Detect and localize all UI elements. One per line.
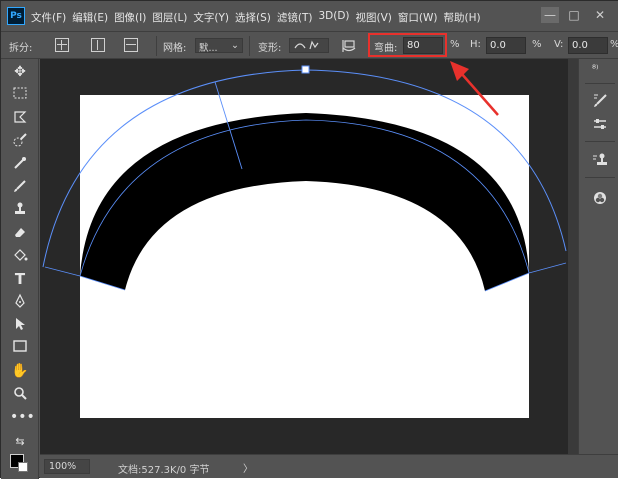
menu-items: 文件(F) 编辑(E) 图像(I) 图层(L) 文字(Y) 选择(S) 滤镜(T… bbox=[31, 10, 487, 25]
zoom-level-field[interactable]: 100% bbox=[44, 459, 90, 474]
background-color-swatch[interactable] bbox=[18, 462, 28, 472]
hand-icon[interactable]: ✋ bbox=[10, 362, 30, 380]
v-percent-unit: % bbox=[610, 39, 618, 50]
rectangle-icon[interactable] bbox=[10, 339, 30, 357]
h-label: H: bbox=[470, 39, 481, 50]
grid-label: 网格: bbox=[163, 43, 187, 54]
path-select-icon[interactable] bbox=[10, 316, 30, 334]
options-bar: 拆分: 网格: 默... ⌄ 变形: 弯曲: 80 % H: 0.0 % V: bbox=[1, 31, 618, 59]
stamp-icon[interactable] bbox=[10, 201, 30, 219]
canvas-workspace[interactable] bbox=[40, 59, 568, 454]
menu-help[interactable]: 帮助(H) bbox=[444, 10, 481, 25]
marquee-icon[interactable] bbox=[10, 86, 30, 104]
zoom-icon[interactable] bbox=[10, 385, 30, 403]
split-vertical-icon[interactable] bbox=[91, 38, 105, 52]
clone-source-icon[interactable] bbox=[591, 152, 609, 170]
move-icon[interactable]: ✥ bbox=[10, 63, 30, 81]
menu-layer[interactable]: 图层(L) bbox=[152, 10, 187, 25]
grid-select[interactable]: 默... ⌄ bbox=[195, 38, 243, 54]
close-button[interactable]: ✕ bbox=[589, 5, 611, 25]
swap-colors-icon[interactable]: ⇆ bbox=[10, 433, 30, 451]
h-percent-unit: % bbox=[532, 39, 542, 50]
bend-percent-unit: % bbox=[450, 39, 460, 50]
lasso-icon[interactable] bbox=[10, 109, 30, 127]
status-info-menu-button[interactable]: 〉 bbox=[243, 460, 253, 475]
layer-comps-icon[interactable] bbox=[591, 190, 609, 208]
menu-window[interactable]: 窗口(W) bbox=[398, 10, 438, 25]
warp-orientation-icon[interactable] bbox=[341, 38, 357, 54]
split-label: 拆分: bbox=[9, 43, 33, 54]
warp-arc-icon bbox=[294, 40, 319, 50]
brush-settings-icon[interactable] bbox=[591, 92, 609, 110]
menu-3d[interactable]: 3D(D) bbox=[318, 10, 349, 25]
menu-bar: Ps 文件(F) 编辑(E) 图像(I) 图层(L) 文字(Y) 选择(S) 滤… bbox=[1, 1, 618, 31]
bend-highlight-box bbox=[368, 33, 447, 57]
adjustments-icon[interactable] bbox=[591, 116, 609, 134]
divider bbox=[249, 36, 250, 56]
menu-filter[interactable]: 滤镜(T) bbox=[277, 10, 313, 25]
menu-image[interactable]: 图像(I) bbox=[114, 10, 146, 25]
ps-logo-icon: Ps bbox=[7, 7, 25, 25]
v-label: V: bbox=[554, 39, 564, 50]
v-input[interactable]: 0.0 bbox=[568, 37, 608, 54]
split-cross-icon[interactable] bbox=[55, 38, 69, 52]
vertical-scrollbar[interactable] bbox=[568, 59, 578, 454]
warp-shape-select[interactable] bbox=[289, 38, 329, 53]
menu-view[interactable]: 视图(V) bbox=[356, 10, 392, 25]
divider bbox=[156, 36, 157, 56]
panel-divider bbox=[585, 177, 615, 178]
menu-type[interactable]: 文字(Y) bbox=[193, 10, 229, 25]
right-panel-dock: ⁸⁾ bbox=[578, 59, 618, 454]
grid-select-value: 默... bbox=[199, 43, 218, 54]
h-input[interactable]: 0.0 bbox=[486, 37, 526, 54]
tools-panel: ✥ T ✋ ••• ⇆ bbox=[1, 59, 39, 479]
pen-icon[interactable] bbox=[10, 293, 30, 311]
menu-file[interactable]: 文件(F) bbox=[31, 10, 66, 25]
photoshop-window: Ps 文件(F) 编辑(E) 图像(I) 图层(L) 文字(Y) 选择(S) 滤… bbox=[0, 0, 618, 479]
document-info: 文档:527.3K/0 字节 bbox=[118, 465, 210, 476]
panel-divider bbox=[585, 83, 615, 84]
type-icon[interactable]: T bbox=[10, 270, 30, 288]
paint-bucket-icon[interactable] bbox=[10, 247, 30, 265]
svg-text:⁸⁾: ⁸⁾ bbox=[592, 64, 598, 75]
split-horizontal-icon[interactable] bbox=[124, 38, 138, 52]
history-icon[interactable]: ⁸⁾ bbox=[591, 61, 609, 79]
warp-shape-label: 变形: bbox=[258, 43, 282, 54]
quick-select-icon[interactable] bbox=[10, 132, 30, 150]
document-canvas[interactable] bbox=[80, 95, 529, 418]
chevron-down-icon: ⌄ bbox=[231, 40, 239, 51]
more-tools-icon[interactable]: ••• bbox=[10, 408, 35, 426]
minimize-button[interactable]: — bbox=[541, 7, 559, 23]
window-controls: — □ ✕ bbox=[537, 5, 611, 25]
eyedropper-icon[interactable] bbox=[10, 155, 30, 173]
eraser-icon[interactable] bbox=[10, 224, 30, 242]
maximize-button[interactable]: □ bbox=[563, 5, 585, 25]
menu-select[interactable]: 选择(S) bbox=[235, 10, 271, 25]
brush-icon[interactable] bbox=[10, 178, 30, 196]
status-bar: 100% 文档:527.3K/0 字节 〉 bbox=[40, 454, 618, 478]
menu-edit[interactable]: 编辑(E) bbox=[72, 10, 108, 25]
panel-divider bbox=[585, 141, 615, 142]
